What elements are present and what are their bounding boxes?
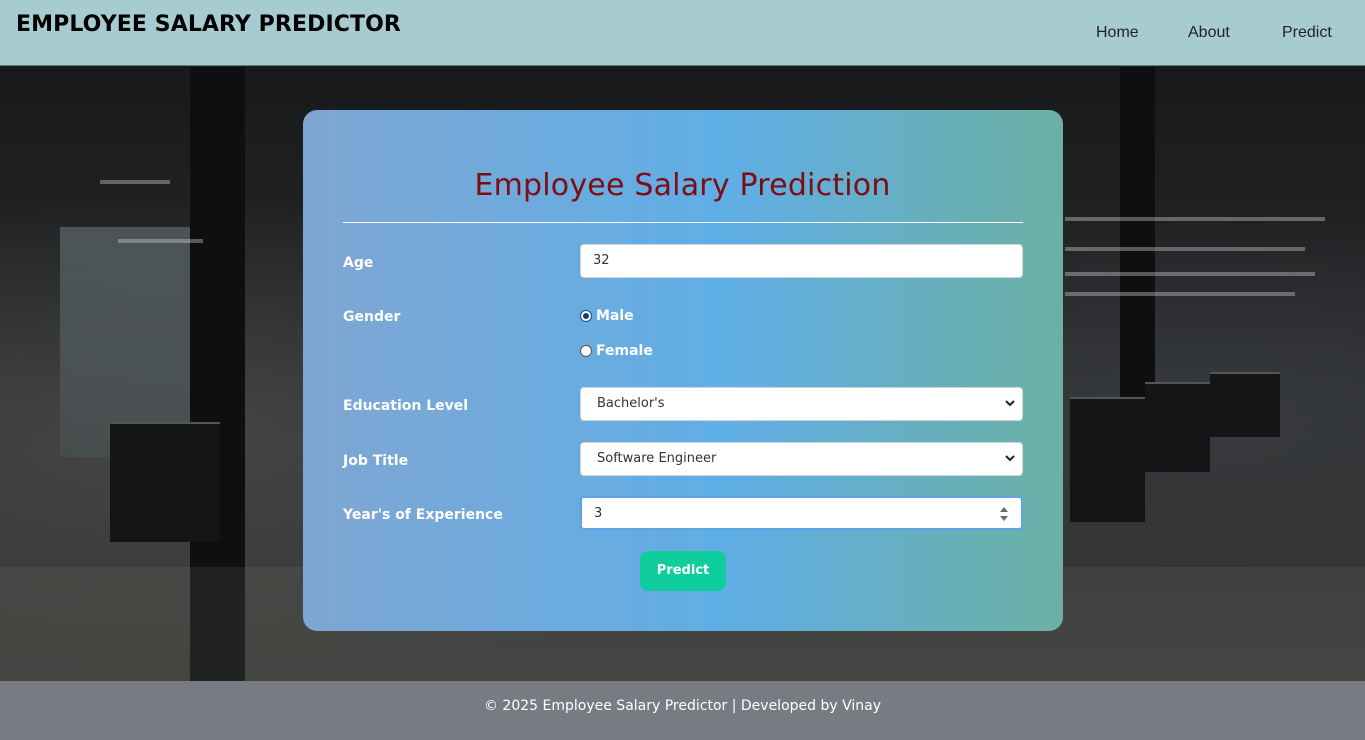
gender-label: Gender	[343, 309, 401, 325]
job-title-select[interactable]: Software Engineer	[580, 442, 1023, 476]
footer-copyright: © 2025 Employee Salary Predictor | Devel…	[483, 698, 881, 714]
job-title-selected-value: Software Engineer	[597, 451, 717, 466]
ceiling-light	[1065, 292, 1295, 296]
nav-predict-link[interactable]: Predict	[1282, 24, 1332, 42]
predict-button[interactable]: Predict	[640, 551, 726, 591]
chevron-down-icon	[1005, 400, 1015, 407]
experience-label: Year's of Experience	[343, 507, 503, 523]
education-selected-value: Bachelor's	[597, 396, 665, 411]
title-divider	[343, 222, 1023, 223]
experience-value: 3	[594, 506, 603, 521]
education-select[interactable]: Bachelor's	[580, 387, 1023, 421]
job-title-label: Job Title	[343, 453, 409, 469]
ceiling-light	[1065, 217, 1325, 221]
gender-option-female[interactable]: Female	[580, 343, 653, 359]
chevron-down-icon	[1005, 455, 1015, 462]
ceiling-light	[118, 239, 203, 243]
office-desk	[1070, 397, 1145, 522]
female-radio-label: Female	[596, 343, 653, 359]
nav-home-link[interactable]: Home	[1096, 24, 1139, 42]
office-desk	[1210, 372, 1280, 437]
nav-about-link[interactable]: About	[1188, 24, 1230, 42]
form-title: Employee Salary Prediction	[474, 168, 891, 203]
gender-option-male[interactable]: Male	[580, 308, 634, 324]
male-radio-label: Male	[596, 308, 634, 324]
age-input[interactable]: 32	[580, 244, 1023, 278]
male-radio[interactable]	[580, 310, 592, 322]
education-label: Education Level	[343, 398, 469, 414]
site-brand[interactable]: EMPLOYEE SALARY PREDICTOR	[16, 12, 401, 37]
page-footer: © 2025 Employee Salary Predictor | Devel…	[0, 681, 1365, 740]
female-radio[interactable]	[580, 345, 592, 357]
top-navbar: EMPLOYEE SALARY PREDICTOR Home About Pre…	[0, 0, 1365, 66]
ceiling-light	[1065, 247, 1305, 251]
experience-input[interactable]: 3	[580, 496, 1023, 530]
office-desk	[1145, 382, 1210, 472]
ceiling-light	[1065, 272, 1315, 276]
office-desk	[110, 422, 220, 542]
spinner-arrows-icon[interactable]	[999, 504, 1009, 524]
age-label: Age	[343, 255, 374, 271]
